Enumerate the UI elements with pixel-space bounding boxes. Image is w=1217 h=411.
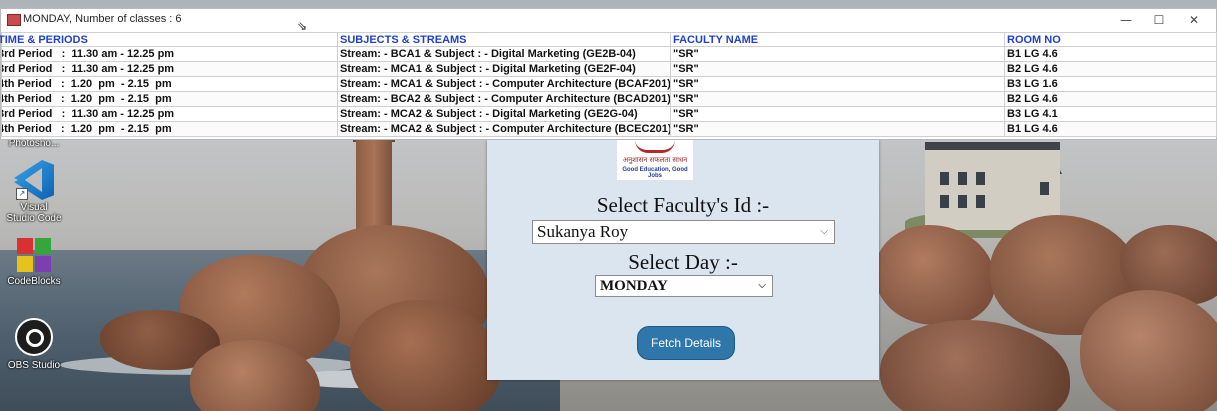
house-window bbox=[976, 172, 985, 185]
room-cell: B1 LG 4.6 bbox=[1004, 121, 1217, 137]
schedule-table: TIME & PERIODS SUBJECTS & STREAMS FACULT… bbox=[0, 32, 1217, 137]
faculty-cell: "SR" bbox=[670, 46, 1005, 62]
house-window bbox=[940, 195, 949, 208]
table-row: 4th Period : 1.20 pm - 2.15 pm Stream: -… bbox=[1, 76, 1217, 92]
column-header-room: ROOM NO bbox=[1004, 32, 1217, 47]
fetch-details-button[interactable]: Fetch Details bbox=[637, 326, 735, 360]
lighthouse bbox=[356, 140, 392, 232]
table-row: 4th Period : 1.20 pm - 2.15 pm Stream: -… bbox=[1, 121, 1217, 137]
rock bbox=[880, 320, 1070, 411]
day-select-value: MONDAY bbox=[600, 278, 668, 294]
room-cell: B1 LG 4.6 bbox=[1004, 46, 1217, 62]
time-cell: 3rd Period : 11.30 am - 12.25 pm bbox=[1, 61, 338, 77]
subject-cell: Stream: - MCA1 & Subject : - Digital Mar… bbox=[337, 61, 671, 77]
desktop-icon-obs[interactable]: OBS Studio bbox=[6, 318, 62, 371]
subject-cell: Stream: - BCA1 & Subject : - Digital Mar… bbox=[337, 46, 671, 62]
logo-tagline: Good Education, Good Jobs bbox=[622, 167, 688, 179]
faculty-cell: "SR" bbox=[670, 121, 1005, 137]
subject-cell: Stream: - MCA2 & Subject : - Computer Ar… bbox=[337, 121, 671, 137]
faculty-cell: "SR" bbox=[670, 61, 1005, 77]
faculty-select-label: Select Faculty's Id :- bbox=[596, 193, 770, 217]
desktop-icon-vscode[interactable]: ↗ Visual Studio Code bbox=[6, 160, 62, 224]
desktop-icon-label: CodeBlocks bbox=[7, 276, 61, 287]
column-header-time: TIME & PERIODS bbox=[0, 32, 338, 47]
maximize-button[interactable]: ☐ bbox=[1144, 11, 1174, 29]
day-select[interactable]: MONDAY ⌵ bbox=[595, 275, 773, 297]
subject-cell: Stream: - BCA2 & Subject : - Computer Ar… bbox=[337, 91, 671, 107]
time-cell: 4th Period : 1.20 pm - 2.15 pm bbox=[1, 76, 338, 92]
house-window bbox=[976, 195, 985, 208]
logo-motto: अनुशासन सफलता साधन bbox=[622, 156, 688, 164]
shortcut-arrow-icon: ↗ bbox=[16, 188, 28, 200]
chevron-down-icon: ⌵ bbox=[758, 280, 766, 291]
column-header-subjects: SUBJECTS & STREAMS bbox=[337, 32, 671, 47]
faculty-cell: "SR" bbox=[670, 91, 1005, 107]
rock bbox=[875, 225, 995, 325]
room-cell: B3 LG 1.6 bbox=[1004, 76, 1217, 92]
time-cell: 4th Period : 1.20 pm - 2.15 pm bbox=[1, 91, 338, 107]
table-row: 4th Period : 1.20 pm - 2.15 pm Stream: -… bbox=[1, 91, 1217, 107]
time-cell: 4th Period : 1.20 pm - 2.15 pm bbox=[1, 121, 338, 137]
chevron-down-icon: ⌵ bbox=[820, 226, 828, 237]
table-header-row: TIME & PERIODS SUBJECTS & STREAMS FACULT… bbox=[0, 32, 1217, 47]
rock bbox=[1080, 290, 1217, 411]
time-cell: 3rd Period : 11.30 am - 12.25 pm bbox=[1, 106, 338, 122]
window-titlebar[interactable]: MONDAY, Number of classes : 6 ⇘ — ☐ ✕ bbox=[1, 9, 1216, 33]
house-window bbox=[1040, 182, 1049, 195]
minimize-button[interactable]: — bbox=[1111, 11, 1141, 29]
window-title: MONDAY, Number of classes : 6 bbox=[23, 13, 182, 25]
desktop-icon-codeblocks[interactable]: CodeBlocks bbox=[6, 238, 62, 287]
faculty-cell: "SR" bbox=[670, 106, 1005, 122]
college-logo: अनुशासन सफलता साधन Good Education, Good … bbox=[617, 140, 693, 180]
column-header-faculty: FACULTY NAME bbox=[670, 32, 1005, 47]
table-row: 3rd Period : 11.30 am - 12.25 pm Stream:… bbox=[1, 46, 1217, 62]
desktop-icon-label: Visual Studio Code bbox=[6, 202, 62, 224]
faculty-form-panel: अनुशासन सफलता साधन Good Education, Good … bbox=[487, 140, 879, 380]
house-window bbox=[958, 195, 967, 208]
logo-emblem bbox=[635, 140, 675, 153]
app-icon bbox=[7, 14, 21, 26]
vscode-icon: ↗ bbox=[14, 160, 54, 200]
room-cell: B2 LG 4.6 bbox=[1004, 91, 1217, 107]
table-row: 3rd Period : 11.30 am - 12.25 pm Stream:… bbox=[1, 61, 1217, 77]
house-window bbox=[940, 172, 949, 185]
room-cell: B2 LG 4.6 bbox=[1004, 61, 1217, 77]
day-select-label: Select Day :- bbox=[628, 250, 738, 274]
faculty-select-value: Sukanya Roy bbox=[537, 222, 629, 241]
faculty-select[interactable]: Sukanya Roy ⌵ bbox=[532, 220, 835, 244]
house-window bbox=[958, 172, 967, 185]
schedule-window: MONDAY, Number of classes : 6 ⇘ — ☐ ✕ TI… bbox=[0, 8, 1217, 140]
time-cell: 3rd Period : 11.30 am - 12.25 pm bbox=[1, 46, 338, 62]
obs-icon bbox=[15, 318, 53, 356]
mouse-cursor-icon: ⇘ bbox=[297, 19, 308, 33]
room-cell: B3 LG 4.1 bbox=[1004, 106, 1217, 122]
faculty-cell: "SR" bbox=[670, 76, 1005, 92]
subject-cell: Stream: - MCA1 & Subject : - Computer Ar… bbox=[337, 76, 671, 92]
close-button[interactable]: ✕ bbox=[1179, 11, 1209, 29]
desktop-icon-label: OBS Studio bbox=[7, 360, 61, 371]
subject-cell: Stream: - MCA2 & Subject : - Digital Mar… bbox=[337, 106, 671, 122]
table-row: 3rd Period : 11.30 am - 12.25 pm Stream:… bbox=[1, 106, 1217, 122]
codeblocks-icon bbox=[17, 238, 51, 272]
